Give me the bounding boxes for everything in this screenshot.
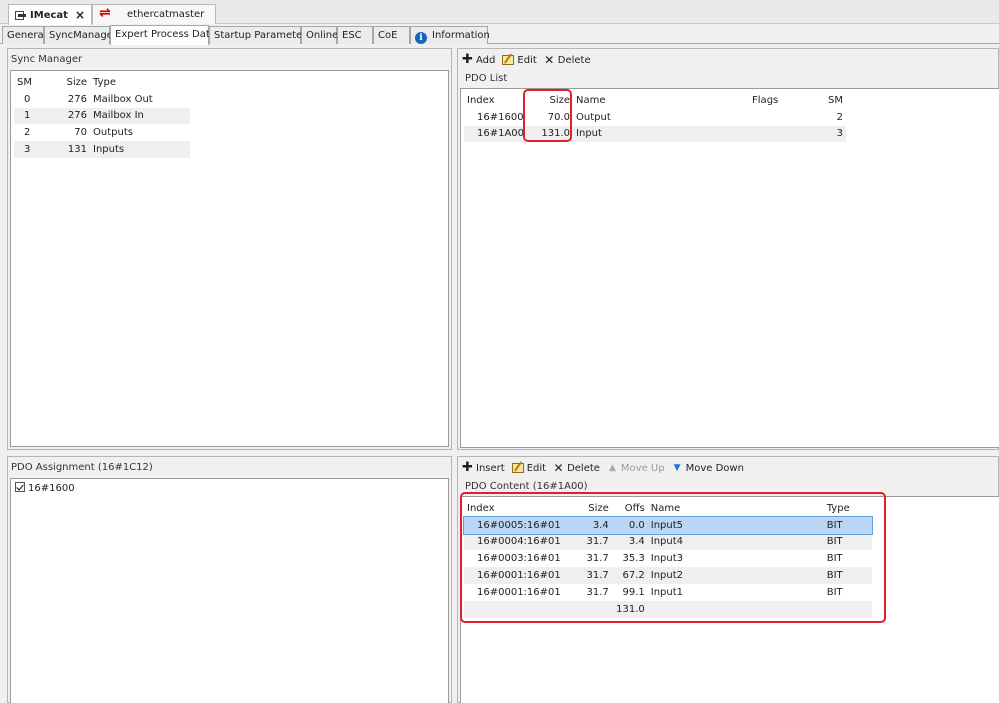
move-up-button[interactable]: ▲ Move Up [607,463,665,474]
tab-syncmanager[interactable]: SyncManager [44,26,117,44]
tab-coe[interactable]: CoE [373,26,410,44]
doc-tab-imecat[interactable]: IMecat × [8,4,92,25]
cell-type: Mailbox Out [93,93,153,105]
sync-manager-title: Sync Manager [11,54,83,65]
cell-sm: 0 [24,93,31,105]
pdo-list-title: PDO List [465,73,508,84]
delete-button-label: Delete [567,462,600,474]
cell-sm: 2 [836,111,843,123]
cell-sm: 2 [24,127,31,139]
cell-size: 70 [74,127,87,139]
delete-button[interactable]: ✕ Delete [553,461,600,475]
cell-index: 16#1600 [477,111,524,123]
cell-flags [749,125,784,143]
info-icon: i [415,32,427,44]
column-header-size[interactable]: Size [46,74,90,91]
cell-flags [749,109,783,126]
cell-type: Inputs [90,141,190,158]
edit-button-label: Edit [526,462,547,474]
device-icon [15,10,27,20]
cell-size: 276 [46,107,90,125]
pdo-list-table-box: Index Size Name Flags SM 16#1600 70.0 Ou… [460,88,999,448]
plus-icon: ✚ [462,460,473,475]
column-header-index[interactable]: Index [464,92,527,109]
pdo-list-toolbar: ✚ Add Edit ✕ Delete [462,51,598,69]
delete-button-label: Delete [557,54,591,66]
edit-button-label: Edit [517,54,537,66]
table-row[interactable]: 1 276 Mailbox In [14,107,190,125]
column-header-sm[interactable]: SM [14,74,46,91]
add-button-label: Add [476,54,496,66]
edit-icon [502,55,515,65]
cell-sm: 3 [14,141,46,158]
tab-information-label: Information [432,30,490,41]
column-header-type[interactable]: Type [90,74,190,91]
arrow-up-icon: ▲ [608,463,616,473]
highlight-pdo-content [460,492,886,623]
delete-button[interactable]: ✕ Delete [544,53,591,67]
cell-size: 276 [67,93,87,105]
pdo-assignment-item[interactable]: 16#1600 [15,482,75,494]
column-header-sm[interactable]: SM [783,92,846,109]
cell-type: Mailbox In [90,107,190,125]
pdo-content-title: PDO Content (16#1A00) [465,481,588,492]
plus-icon: ✚ [462,52,473,67]
pdo-list-table: Index Size Name Flags SM 16#1600 70.0 Ou… [464,92,846,143]
table-header-row: Index Size Name Flags SM [464,92,846,109]
cell-size: 131 [46,141,90,158]
edit-icon [511,463,524,473]
cell-index: 16#1A00 [464,125,528,143]
cell-sm: 3 [783,125,846,143]
sync-manager-panel: Sync Manager SM Size Type 0 276 Mailbox … [7,48,452,450]
table-header-row: SM Size Type [14,74,190,91]
tab-esc[interactable]: ESC [337,26,373,44]
table-row[interactable]: 3 131 Inputs [14,141,190,158]
tab-expert-process-data[interactable]: Expert Process Data [110,25,216,45]
sync-manager-table: SM Size Type 0 276 Mailbox Out 1 276 Mai… [14,74,190,158]
delete-x-icon: ✕ [544,53,555,67]
highlight-size-column [523,89,572,142]
delete-x-icon: ✕ [553,461,564,475]
tab-startup-parameters[interactable]: Startup Parameters [209,26,312,44]
pdo-assignment-box: 16#1600 [10,478,449,703]
pdo-content-toolbar: ✚ Insert Edit ✕ Delete ▲ Move Up ▼ Move Down [462,459,751,477]
move-down-button[interactable]: ▼ Move Down [672,463,744,474]
pdo-assignment-title: PDO Assignment (16#1C12) [11,462,153,473]
insert-button[interactable]: ✚ Insert [462,460,505,475]
arrow-down-icon: ▼ [673,463,681,473]
sync-manager-table-box: SM Size Type 0 276 Mailbox Out 1 276 Mai… [10,70,449,447]
edit-button[interactable]: Edit [511,462,547,474]
move-down-button-label: Move Down [685,462,744,474]
doc-tab-ethercatmaster[interactable]: ethercatmaster [92,4,216,24]
cell-name: Output [576,111,611,123]
doc-tab-label: IMecat [30,9,68,21]
table-row[interactable]: 16#1600 70.0 Output 2 [464,109,846,126]
pdo-assignment-item-label: 16#1600 [28,483,75,494]
table-row[interactable]: 2 70 Outputs [14,124,190,141]
doc-tab-label: ethercatmaster [127,9,205,20]
insert-button-label: Insert [476,462,505,474]
tab-general[interactable]: General [2,26,46,44]
table-row[interactable]: 0 276 Mailbox Out [14,91,190,108]
tab-information[interactable]: i Information [410,26,490,44]
cell-name: Input [573,125,750,143]
column-header-flags[interactable]: Flags [749,92,783,109]
editor-tab-bar: General SyncManager Expert Process Data … [0,25,999,45]
document-tab-strip: IMecat × ethercatmaster [0,0,999,25]
checkbox-icon[interactable] [15,482,25,492]
cell-sm: 1 [14,107,46,125]
tab-online[interactable]: Online [301,26,338,44]
column-header-name[interactable]: Name [573,92,749,109]
pdo-assignment-panel: PDO Assignment (16#1C12) 16#1600 [7,456,452,703]
ethercat-master-icon [99,5,115,21]
add-button[interactable]: ✚ Add [462,52,496,67]
move-up-button-label: Move Up [620,462,665,474]
close-icon[interactable]: × [75,8,85,22]
table-row[interactable]: 16#1A00 131.0 Input 3 [464,125,846,143]
cell-type: Outputs [93,127,133,139]
edit-button[interactable]: Edit [502,54,537,66]
